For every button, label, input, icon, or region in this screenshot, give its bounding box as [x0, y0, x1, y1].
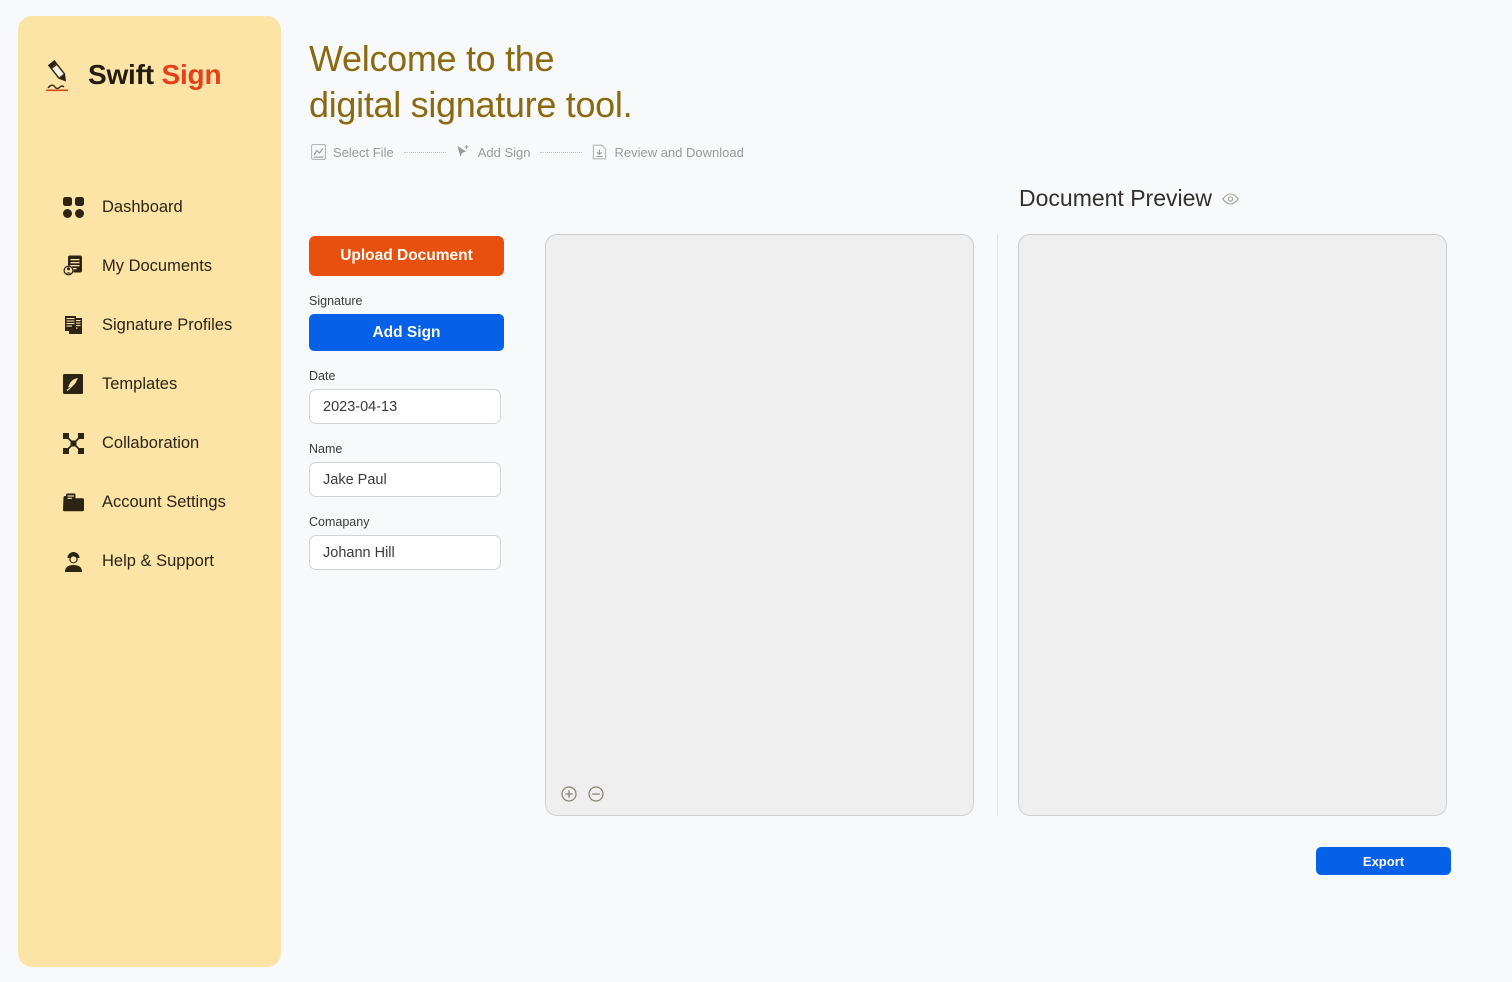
document-preview-title: Document Preview	[1019, 185, 1212, 212]
folder-settings-icon	[62, 490, 84, 514]
sidebar: Swift Sign Dashboard	[18, 16, 281, 967]
sidebar-item-account-settings[interactable]: Account Settings	[18, 487, 281, 517]
zoom-in-circle-icon[interactable]	[561, 786, 577, 802]
zoom-out-circle-icon[interactable]	[588, 786, 604, 802]
add-sign-button[interactable]: Add Sign	[309, 314, 504, 351]
sidebar-item-collaboration[interactable]: Collaboration	[18, 428, 281, 458]
sidebar-nav: Dashboard My Documen	[18, 192, 281, 605]
eye-icon[interactable]	[1222, 193, 1239, 205]
step-separator	[404, 152, 446, 153]
step-add-sign[interactable]: Add Sign	[456, 144, 531, 160]
date-label: Date	[309, 369, 509, 383]
step-select-file[interactable]: Select File	[311, 144, 394, 160]
document-preview-header: Document Preview	[1019, 185, 1239, 212]
sidebar-item-label: Templates	[102, 375, 177, 394]
export-button[interactable]: Export	[1316, 847, 1451, 875]
page-title: Welcome to the digital signature tool.	[309, 36, 632, 128]
panel-divider	[997, 234, 998, 816]
sidebar-item-dashboard[interactable]: Dashboard	[18, 192, 281, 222]
brand-text: Swift Sign	[88, 59, 221, 91]
step-separator	[540, 152, 582, 153]
zoom-controls	[561, 786, 604, 802]
signature-pen-icon	[44, 58, 74, 92]
document-preview-panel[interactable]	[1018, 234, 1447, 816]
name-input[interactable]	[309, 462, 501, 497]
add-sign-icon	[456, 144, 471, 160]
signature-form: Upload Document Signature Add Sign Date …	[309, 236, 509, 570]
document-user-icon	[62, 254, 84, 278]
sidebar-item-signature-profiles[interactable]: Signature Profiles	[18, 310, 281, 340]
grid-dashboard-icon	[62, 195, 84, 219]
sidebar-item-label: Dashboard	[102, 198, 183, 217]
step-label: Review and Download	[614, 145, 743, 160]
document-canvas-panel[interactable]	[545, 234, 974, 816]
stacked-documents-icon	[62, 313, 84, 337]
step-review-download[interactable]: Review and Download	[592, 144, 743, 160]
sidebar-item-label: Collaboration	[102, 434, 199, 453]
brand-word-1: Swift	[88, 59, 154, 90]
sidebar-item-my-documents[interactable]: My Documents	[18, 251, 281, 281]
sidebar-item-label: Signature Profiles	[102, 316, 232, 335]
step-label: Add Sign	[478, 145, 531, 160]
upload-document-button[interactable]: Upload Document	[309, 236, 504, 276]
select-file-icon	[311, 144, 326, 160]
sidebar-item-label: My Documents	[102, 257, 212, 276]
support-agent-icon	[62, 549, 84, 573]
quill-template-icon	[62, 372, 84, 396]
brand-logo[interactable]: Swift Sign	[44, 58, 221, 92]
sidebar-item-templates[interactable]: Templates	[18, 369, 281, 399]
step-label: Select File	[333, 145, 394, 160]
name-label: Name	[309, 442, 509, 456]
signature-label: Signature	[309, 294, 509, 308]
company-label: Comapany	[309, 515, 509, 529]
sidebar-item-label: Account Settings	[102, 493, 226, 512]
company-input[interactable]	[309, 535, 501, 570]
brand-word-2: Sign	[161, 59, 221, 90]
main-content: Welcome to the digital signature tool. S…	[309, 0, 1512, 982]
review-download-icon	[592, 144, 607, 160]
collaboration-network-icon	[62, 431, 84, 455]
app-root: Swift Sign Dashboard	[0, 0, 1512, 982]
sidebar-item-label: Help & Support	[102, 552, 214, 571]
sidebar-item-help-support[interactable]: Help & Support	[18, 546, 281, 576]
date-input[interactable]	[309, 389, 501, 424]
step-indicator: Select File Add Sign	[311, 144, 744, 160]
